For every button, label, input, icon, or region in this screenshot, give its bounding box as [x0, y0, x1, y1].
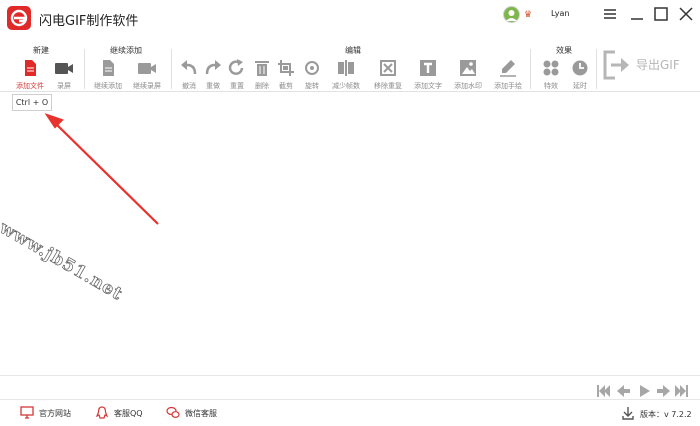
- wechat-support-label: 微信客服: [185, 409, 217, 418]
- previous-frame-icon[interactable]: [617, 382, 631, 397]
- next-frame-icon[interactable]: [656, 382, 670, 397]
- last-frame-icon[interactable]: [675, 382, 689, 397]
- download-icon[interactable]: [622, 406, 634, 420]
- annotation-arrow: [44, 113, 159, 225]
- status-bar: 官方网站 客服QQ 微信客服 版本：v 7.2.2: [0, 399, 700, 426]
- play-icon[interactable]: [638, 382, 652, 397]
- qq-icon: [95, 406, 109, 419]
- official-website-label: 官方网站: [39, 409, 71, 418]
- wechat-icon: [166, 406, 180, 418]
- monitor-icon: [20, 406, 34, 419]
- version-label: 版本：v 7.2.2: [640, 410, 692, 419]
- first-frame-icon[interactable]: [597, 382, 611, 397]
- qq-support-label: 客服QQ: [114, 409, 143, 418]
- playback-bar: [0, 375, 700, 399]
